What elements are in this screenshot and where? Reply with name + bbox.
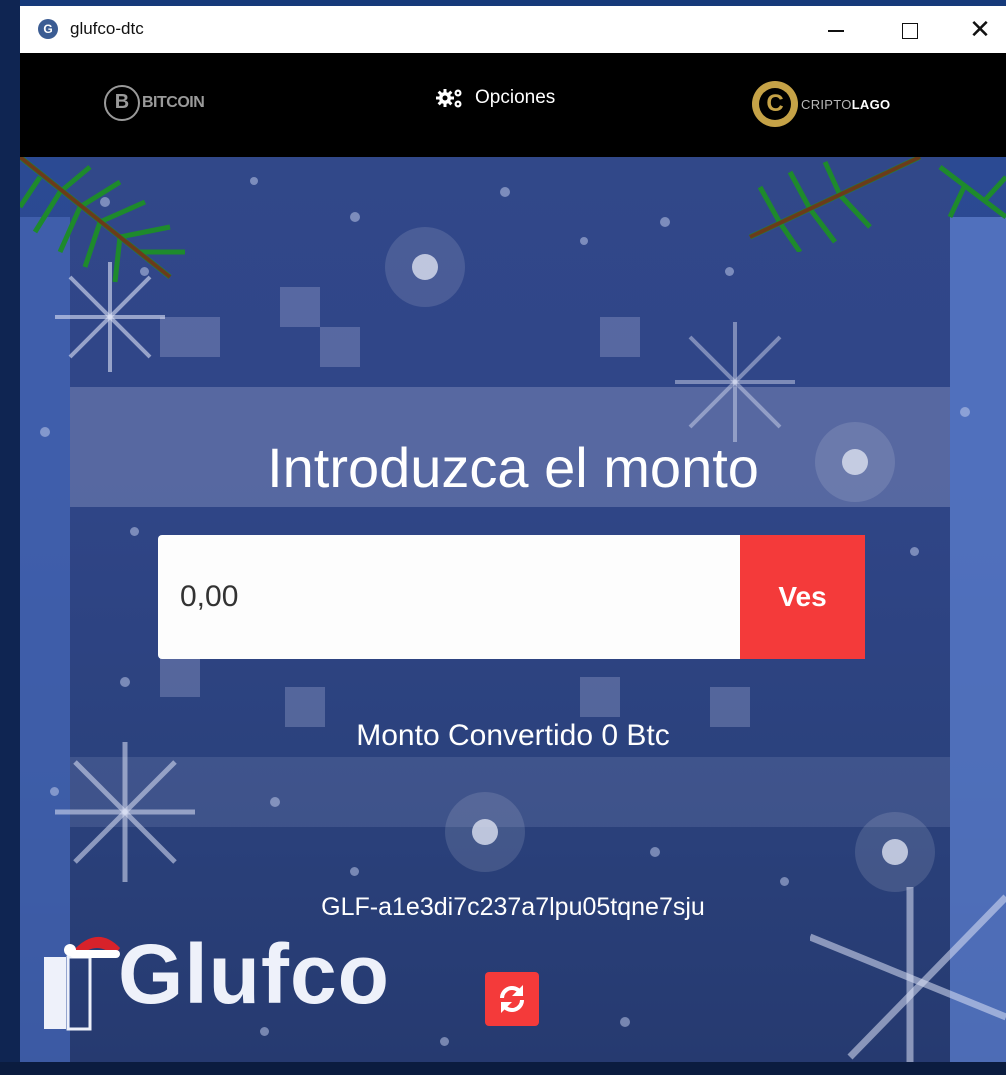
logo-wordmark: Glufco [118, 927, 390, 1021]
background-decoration [160, 657, 200, 697]
criptolago-logo-icon: C [752, 81, 798, 127]
desktop-frame-left [0, 0, 20, 1075]
currency-button[interactable]: Ves [740, 535, 865, 659]
background-decoration [650, 847, 660, 857]
background-decoration [960, 407, 970, 417]
background-decoration [600, 317, 640, 357]
close-button[interactable]: ✕ [950, 6, 1006, 53]
minimize-button[interactable] [806, 6, 866, 53]
page-title: Introduzca el monto [267, 436, 759, 499]
criptolago-label: CRIPTOLAGO [801, 96, 891, 112]
snowflake-decoration [55, 262, 165, 372]
background-decoration [440, 1037, 449, 1046]
desktop-frame-bottom [0, 1062, 1006, 1075]
amount-input[interactable] [158, 535, 740, 659]
session-code-text: GLF-a1e3di7c237a7lpu05tqne7sju [321, 893, 705, 921]
snowflake-decoration [55, 742, 195, 882]
amount-input-group: Ves [158, 535, 865, 659]
criptolago-nav-link[interactable]: C CRIPTOLAGO [752, 79, 890, 129]
background-decoration [445, 792, 525, 872]
background-decoration [385, 227, 465, 307]
background-decoration [280, 287, 320, 327]
santa-hat-icon [44, 936, 120, 1031]
main-content: Introduzca el monto Ves Monto Convertido… [20, 157, 1006, 1062]
background-decoration [580, 677, 620, 717]
snowflake-decoration [810, 887, 1006, 1062]
background-decoration [780, 877, 789, 886]
bitcoin-icon: B [104, 85, 140, 121]
background-decoration [500, 187, 510, 197]
close-icon: ✕ [969, 14, 991, 44]
app-window: G glufco-dtc ✕ B BITCOIN Opciones C CRIP… [20, 6, 1006, 1062]
title-bar[interactable]: G glufco-dtc ✕ [20, 6, 1006, 53]
window-title: glufco-dtc [70, 19, 144, 38]
top-navbar: B BITCOIN Opciones C CRIPTOLAGO [20, 53, 1006, 157]
background-decoration [350, 212, 360, 222]
background-decoration [120, 677, 130, 687]
gears-icon [436, 89, 462, 108]
background-decoration [130, 527, 139, 536]
converted-amount-text: Monto Convertido 0 Btc [356, 719, 670, 752]
maximize-icon [902, 23, 918, 40]
minimize-icon [828, 30, 844, 32]
glufco-logo: Glufco [42, 922, 392, 1032]
background-decoration [660, 217, 670, 227]
pine-branch-decoration [748, 157, 1006, 252]
options-label: Opciones [475, 87, 556, 108]
refresh-icon [500, 985, 524, 1013]
background-decoration [910, 547, 919, 556]
bitcoin-nav-link[interactable]: B BITCOIN [104, 83, 205, 123]
maximize-button[interactable] [880, 6, 940, 53]
snowflake-decoration [675, 322, 795, 442]
background-decoration [320, 327, 360, 367]
background-decoration [350, 867, 359, 876]
background-decoration [250, 177, 258, 185]
bitcoin-label: BITCOIN [142, 94, 205, 111]
background-decoration [580, 237, 588, 245]
options-nav-link[interactable]: Opciones [435, 86, 555, 110]
background-decoration [620, 1017, 630, 1027]
background-decoration [270, 797, 280, 807]
background-decoration [725, 267, 734, 276]
refresh-button[interactable] [485, 972, 539, 1026]
app-icon: G [38, 19, 58, 39]
